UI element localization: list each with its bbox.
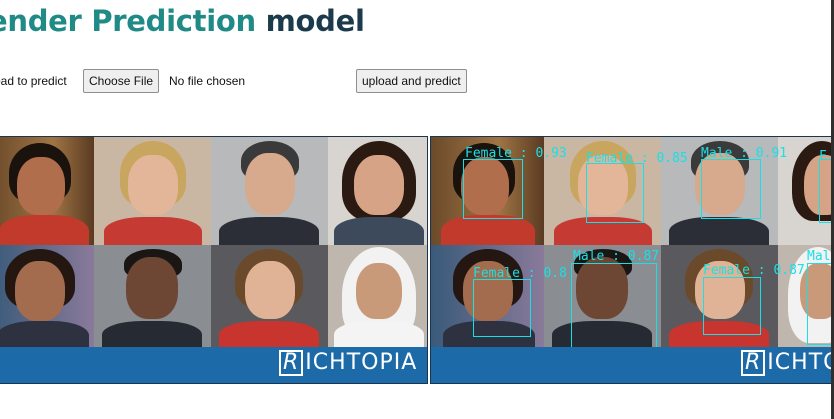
face-photo	[211, 245, 328, 347]
face-photo	[94, 245, 211, 347]
input-image: R ICHTOPIA	[0, 136, 428, 384]
detection-box	[463, 159, 523, 219]
face-photo	[211, 137, 328, 245]
richtopia-logo: RICHTOPIA	[741, 350, 834, 376]
richtopia-logo: RICHTOPIA	[279, 350, 417, 376]
detection-label: Female : 0.8	[473, 266, 567, 281]
detection-label: Mal	[807, 249, 831, 264]
detection-label: F	[819, 149, 827, 164]
file-status: No file chosen	[169, 74, 246, 88]
prediction-image: Female : 0.93 Female : 0.85 Male : 0.91 …	[430, 136, 834, 384]
face-photo	[328, 245, 427, 347]
face-photo	[0, 137, 94, 245]
title-suffix: model	[255, 4, 365, 38]
face-photo	[0, 245, 94, 347]
detection-box	[701, 159, 761, 219]
banner: RICHTOPIA	[431, 347, 834, 383]
face-photo	[328, 137, 427, 245]
banner: RICHTOPIA	[0, 347, 427, 383]
face-photo	[94, 137, 211, 245]
page-title: ender Prediction model	[0, 4, 365, 38]
detection-box	[703, 277, 761, 335]
upload-predict-button[interactable]: upload and predict	[356, 69, 467, 93]
detection-box	[586, 163, 644, 223]
detection-box	[571, 263, 657, 349]
detection-label: Female : 0.93	[465, 146, 567, 161]
title-accent: ender Prediction	[0, 4, 256, 38]
detection-box	[807, 263, 834, 345]
detection-label: Female : 0.87	[703, 263, 805, 278]
upload-label: oad to predict	[0, 74, 67, 88]
detection-label: Male : 0.91	[701, 146, 788, 161]
choose-file-button[interactable]: Choose File	[83, 69, 160, 93]
face-grid	[0, 137, 427, 347]
detection-label: Female : 0.85	[586, 151, 688, 166]
detection-label: Male : 0.87	[573, 249, 660, 264]
detection-box	[473, 279, 531, 337]
